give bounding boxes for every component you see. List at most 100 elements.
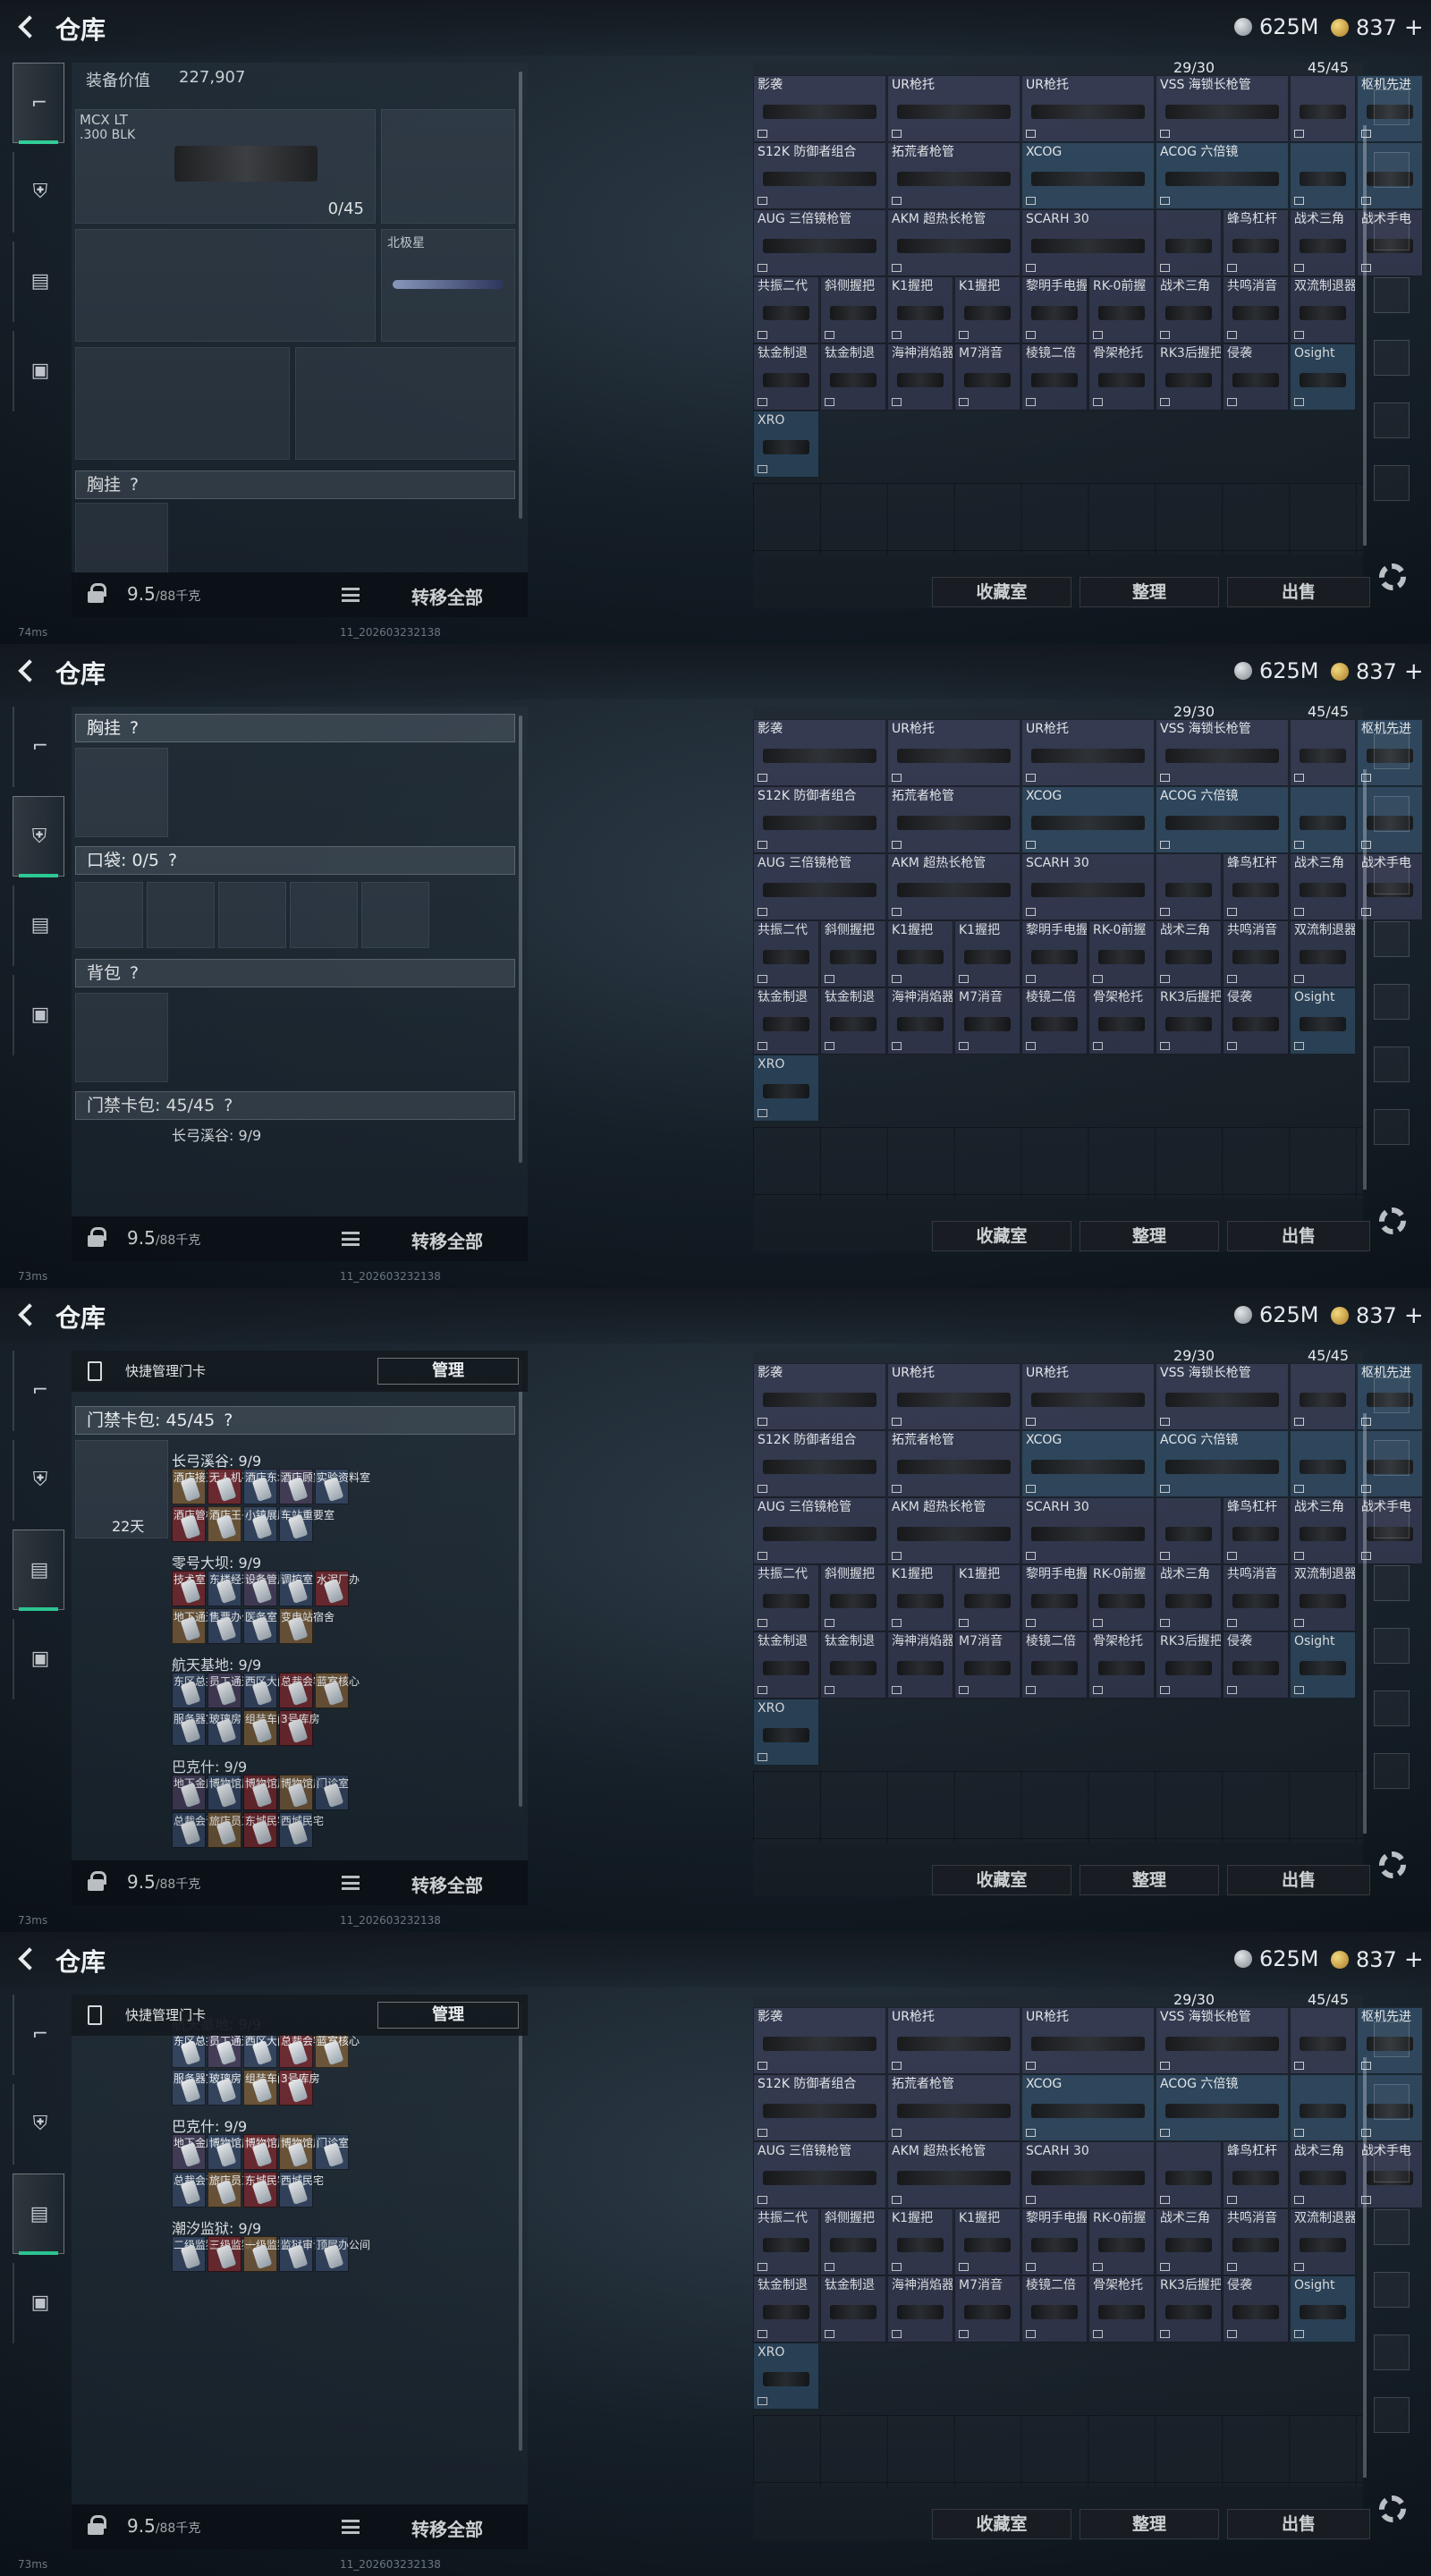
keycard-cell[interactable]: 监狱审讯室 <box>279 2236 334 2272</box>
back-button[interactable] <box>14 1301 41 1327</box>
keycard-cell[interactable]: 总裁会客厅 <box>279 1673 334 1708</box>
stash-item[interactable]: 黎明手电握 <box>1021 1564 1088 1631</box>
stash-item[interactable]: VSS 海锁长枪管 <box>1156 1363 1289 1430</box>
stash-button-0[interactable]: 收藏室 <box>932 1865 1071 1895</box>
list-icon[interactable] <box>342 1876 360 1890</box>
tool-icon[interactable] <box>1374 402 1410 438</box>
keycard-cell[interactable]: 东区总控 <box>172 2032 216 2068</box>
stash-item[interactable]: 影袭 <box>753 75 886 142</box>
stash-button-0[interactable]: 收藏室 <box>932 2509 1071 2539</box>
stash-item[interactable]: ACOG 六倍镜 <box>1156 2074 1289 2141</box>
card-pack-help[interactable]: ? <box>224 1096 233 1115</box>
stash-item[interactable]: SCARH 30 <box>1021 853 1155 920</box>
stash-scrollbar[interactable] <box>1363 125 1367 546</box>
stash-item[interactable]: AUG 三倍镜枪管 <box>753 2141 886 2208</box>
stash-item[interactable]: 棱镜二倍 <box>1021 1631 1088 1699</box>
primary-weapon-slot[interactable]: MCX LT .300 BLK 0/45 <box>75 109 376 224</box>
nav-case[interactable]: ▣ <box>13 975 64 1055</box>
stash-item[interactable] <box>1290 142 1356 209</box>
stash-item[interactable]: M7消音 <box>954 987 1020 1055</box>
keycard-cell[interactable]: 博物馆展 <box>207 1775 252 1810</box>
list-icon[interactable] <box>342 2520 360 2534</box>
stash-item[interactable]: RK3后握把 <box>1156 2275 1222 2343</box>
tool-icon[interactable] <box>1374 1628 1410 1664</box>
pocket-slot[interactable] <box>290 882 358 948</box>
stash-item[interactable]: Osight <box>1290 1631 1356 1699</box>
keycard-cell[interactable]: 地下金库 <box>172 1775 216 1810</box>
stash-item[interactable]: 棱镜二倍 <box>1021 343 1088 411</box>
stash-button-1[interactable]: 整理 <box>1080 577 1219 607</box>
stash-item[interactable]: XCOG <box>1021 786 1155 853</box>
stash-item[interactable]: UR枪托 <box>887 1363 1020 1430</box>
loadout-scrollbar[interactable] <box>519 72 522 519</box>
loadout-scrollbar[interactable] <box>519 1360 522 1807</box>
stash-item[interactable]: S12K 防御者组合 <box>753 142 886 209</box>
stash-item[interactable]: K1握把 <box>954 920 1020 987</box>
tool-icon[interactable] <box>1374 796 1410 832</box>
nav-armor[interactable]: ⛨ <box>13 796 64 877</box>
stash-item[interactable]: AKM 超热长枪管 <box>887 1497 1020 1564</box>
stash-item[interactable] <box>1290 2007 1356 2074</box>
tool-icon[interactable] <box>1374 152 1410 188</box>
tool-icon[interactable] <box>1374 1440 1410 1476</box>
stash-item[interactable]: K1握把 <box>954 276 1020 343</box>
keycard-cell[interactable]: 无人机平台 <box>207 1469 263 1504</box>
backpack-help[interactable]: ? <box>130 963 139 983</box>
stash-item[interactable]: ACOG 六倍镜 <box>1156 142 1289 209</box>
gold-plus-button[interactable]: + <box>1404 658 1424 685</box>
keycard-cell[interactable]: 员工通道 <box>207 2032 252 2068</box>
stash-item[interactable]: 蜂鸟杠杆 <box>1223 209 1289 276</box>
chest-rig-slot[interactable] <box>75 503 168 583</box>
nav-cardpack[interactable]: ▤ <box>13 1530 64 1611</box>
keycard-cell[interactable]: 旅店员工 <box>207 1812 252 1848</box>
keycard-cell[interactable]: 酒店东北房 <box>243 1469 299 1504</box>
tool-icon[interactable] <box>1374 340 1410 376</box>
settings-gear-icon[interactable] <box>1379 1208 1406 1234</box>
stash-item[interactable]: 战术三角 <box>1290 1497 1356 1564</box>
stash-item[interactable] <box>1156 209 1222 276</box>
card-pack-help[interactable]: ? <box>224 1411 233 1430</box>
back-button[interactable] <box>14 657 41 683</box>
keycard-cell[interactable]: 酒店管桃房 <box>172 1506 227 1542</box>
stash-item[interactable]: 钛金制退 <box>820 343 886 411</box>
stash-item[interactable]: 侵袭 <box>1223 343 1289 411</box>
stash-item[interactable]: 骨架枪托 <box>1088 987 1155 1055</box>
nav-weapon[interactable]: ⌐ <box>13 1351 64 1431</box>
keycard-cell[interactable]: 博物馆展 <box>279 2134 324 2170</box>
nav-weapon[interactable]: ⌐ <box>13 707 64 787</box>
stash-item[interactable]: 棱镜二倍 <box>1021 987 1088 1055</box>
keycard-cell[interactable]: 3号库房 <box>279 1710 320 1746</box>
stash-item[interactable]: 战术三角 <box>1156 276 1222 343</box>
stash-item[interactable]: 共振二代 <box>753 276 819 343</box>
stash-item[interactable]: 共鸣消音 <box>1223 1564 1289 1631</box>
tool-icon[interactable] <box>1374 1109 1410 1145</box>
stash-item[interactable]: UR枪托 <box>1021 2007 1155 2074</box>
tool-icon[interactable] <box>1374 465 1410 501</box>
stash-item[interactable]: RK3后握把 <box>1156 343 1222 411</box>
stash-item[interactable] <box>1156 853 1222 920</box>
stash-scrollbar[interactable] <box>1363 1413 1367 1834</box>
stash-item[interactable]: 钛金制退 <box>820 1631 886 1699</box>
keycard-cell[interactable]: 3号库房 <box>279 2070 320 2106</box>
stash-item[interactable]: ACOG 六倍镜 <box>1156 1430 1289 1497</box>
back-button[interactable] <box>14 1945 41 1971</box>
stash-button-2[interactable]: 出售 <box>1227 1865 1370 1895</box>
stash-item[interactable]: 共鸣消音 <box>1223 2208 1289 2275</box>
nav-armor[interactable]: ⛨ <box>13 2084 64 2165</box>
stash-item[interactable]: K1握把 <box>954 2208 1020 2275</box>
keycard-cell[interactable]: 酒店顾家房 <box>279 1469 334 1504</box>
stash-button-2[interactable]: 出售 <box>1227 2509 1370 2539</box>
move-all-button[interactable]: 转移全部 <box>411 1227 483 1253</box>
stash-item[interactable]: 黎明手电握 <box>1021 2208 1088 2275</box>
keycard-cell[interactable]: 水泥厂办 <box>315 1571 360 1606</box>
stash-item[interactable]: SCARH 30 <box>1021 1497 1155 1564</box>
stash-item[interactable]: AKM 超热长枪管 <box>887 209 1020 276</box>
keycard-cell[interactable]: 西城民宅 <box>279 1812 324 1848</box>
stash-scrollbar[interactable] <box>1363 769 1367 1190</box>
stash-item[interactable]: 钛金制退 <box>753 343 819 411</box>
stash-item[interactable]: 共鸣消音 <box>1223 276 1289 343</box>
stash-item[interactable]: XRO <box>753 1055 819 1122</box>
keycard-cell[interactable]: 小镇展厅 <box>243 1506 288 1542</box>
stash-button-1[interactable]: 整理 <box>1080 1221 1219 1251</box>
stash-item[interactable]: RK-0前握 <box>1088 2208 1155 2275</box>
